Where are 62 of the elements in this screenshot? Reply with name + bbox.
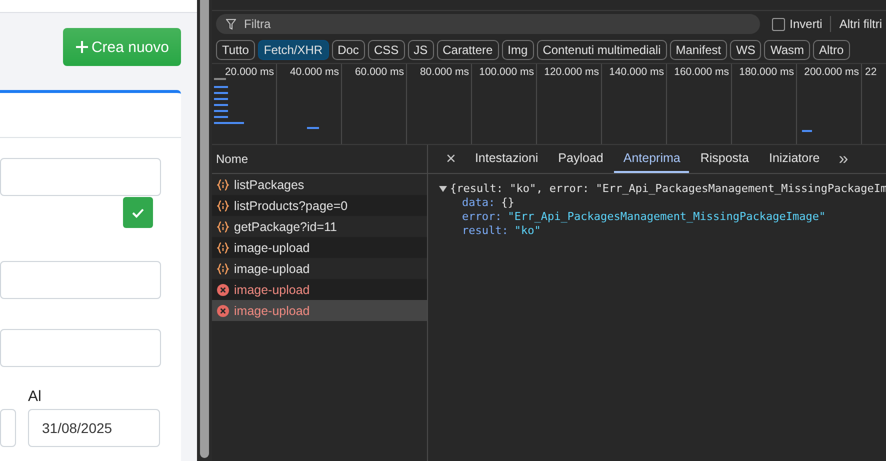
timeline-tick-label: 200.000 ms	[804, 66, 859, 78]
error-icon	[217, 304, 229, 316]
type-filter-chip[interactable]: Manifest	[670, 40, 728, 60]
text-field[interactable]	[0, 158, 161, 196]
type-filter-chip[interactable]: Altro	[813, 40, 850, 60]
more-tabs-button[interactable]: »	[830, 145, 856, 173]
request-row[interactable]: listProducts?page=0	[212, 195, 427, 216]
panel-tab[interactable]: Payload	[549, 145, 612, 173]
braces-icon	[217, 262, 229, 274]
expand-toggle[interactable]	[439, 184, 447, 193]
text-field[interactable]	[0, 329, 161, 367]
type-filter-chip[interactable]: WS	[730, 40, 762, 60]
scrollbar-thumb[interactable]	[200, 0, 209, 458]
type-filter-chip[interactable]: Img	[502, 40, 534, 60]
timeline-tick-label: 160.000 ms	[674, 66, 729, 78]
timeline-tick-label: 140.000 ms	[609, 66, 664, 78]
invert-checkbox[interactable]: Inverti	[772, 17, 822, 31]
type-filter-chip[interactable]: Fetch/XHR	[258, 40, 329, 60]
panel-tab[interactable]: Iniziatore	[760, 145, 829, 173]
braces-icon	[217, 178, 229, 190]
panel-tab[interactable]: Risposta	[691, 145, 758, 173]
json-key: result:	[462, 224, 508, 237]
filter-icon	[226, 18, 236, 30]
json-key: data:	[462, 196, 496, 209]
timeline-tick-label: 80.000 ms	[420, 66, 469, 78]
json-key: error:	[462, 210, 502, 223]
more-filters-button[interactable]: Altri filtri	[839, 17, 882, 31]
timeline-tick-label: 60.000 ms	[354, 66, 404, 78]
timeline-tick-label: 120.000 ms	[544, 66, 599, 78]
request-row[interactable]: image-upload	[212, 237, 427, 258]
panel-tab[interactable]: Intestazioni	[466, 145, 548, 173]
plus-icon	[75, 40, 90, 54]
request-row[interactable]: image-upload	[212, 300, 427, 321]
timeline-tick-label: 22	[865, 66, 877, 78]
timeline-tick-label: 40.000 ms	[290, 66, 339, 78]
timeline-tick-label: 180.000 ms	[739, 66, 794, 78]
close-button[interactable]: ×	[438, 145, 464, 173]
json-value: "Err_Api_PackagesManagement_MissingPackageImage"	[508, 210, 826, 223]
type-filter-chip[interactable]: CSS	[368, 40, 405, 60]
filter-field[interactable]: Filtra	[216, 14, 760, 34]
timeline-tick-label: 20.000 ms	[224, 66, 274, 78]
date-field[interactable]: 31/08/2025	[28, 409, 160, 447]
type-filter-chip[interactable]: Carattere	[436, 40, 499, 60]
request-row[interactable]: image-upload	[212, 279, 427, 300]
error-icon	[217, 284, 229, 296]
json-value: "ko"	[514, 224, 541, 237]
date-label: Al	[28, 388, 42, 405]
type-filter-chip[interactable]: Contenuti multimediali	[536, 40, 667, 60]
braces-icon	[217, 220, 229, 232]
type-filter-chip[interactable]: JS	[408, 40, 434, 60]
type-filter-chip[interactable]: Doc	[332, 40, 365, 60]
json-value: {}	[501, 196, 514, 209]
braces-icon	[217, 200, 229, 212]
braces-icon	[217, 242, 229, 254]
date-field[interactable]	[0, 409, 16, 447]
confirm-button[interactable]	[123, 197, 153, 228]
panel-tab[interactable]: Anteprima	[614, 145, 690, 173]
timeline-tick-label: 100.000 ms	[479, 66, 534, 78]
type-filter-chip[interactable]: Tutto	[216, 40, 255, 60]
check-icon	[132, 208, 144, 218]
type-filter-chip[interactable]: Wasm	[764, 40, 810, 60]
text-field[interactable]	[0, 261, 161, 299]
